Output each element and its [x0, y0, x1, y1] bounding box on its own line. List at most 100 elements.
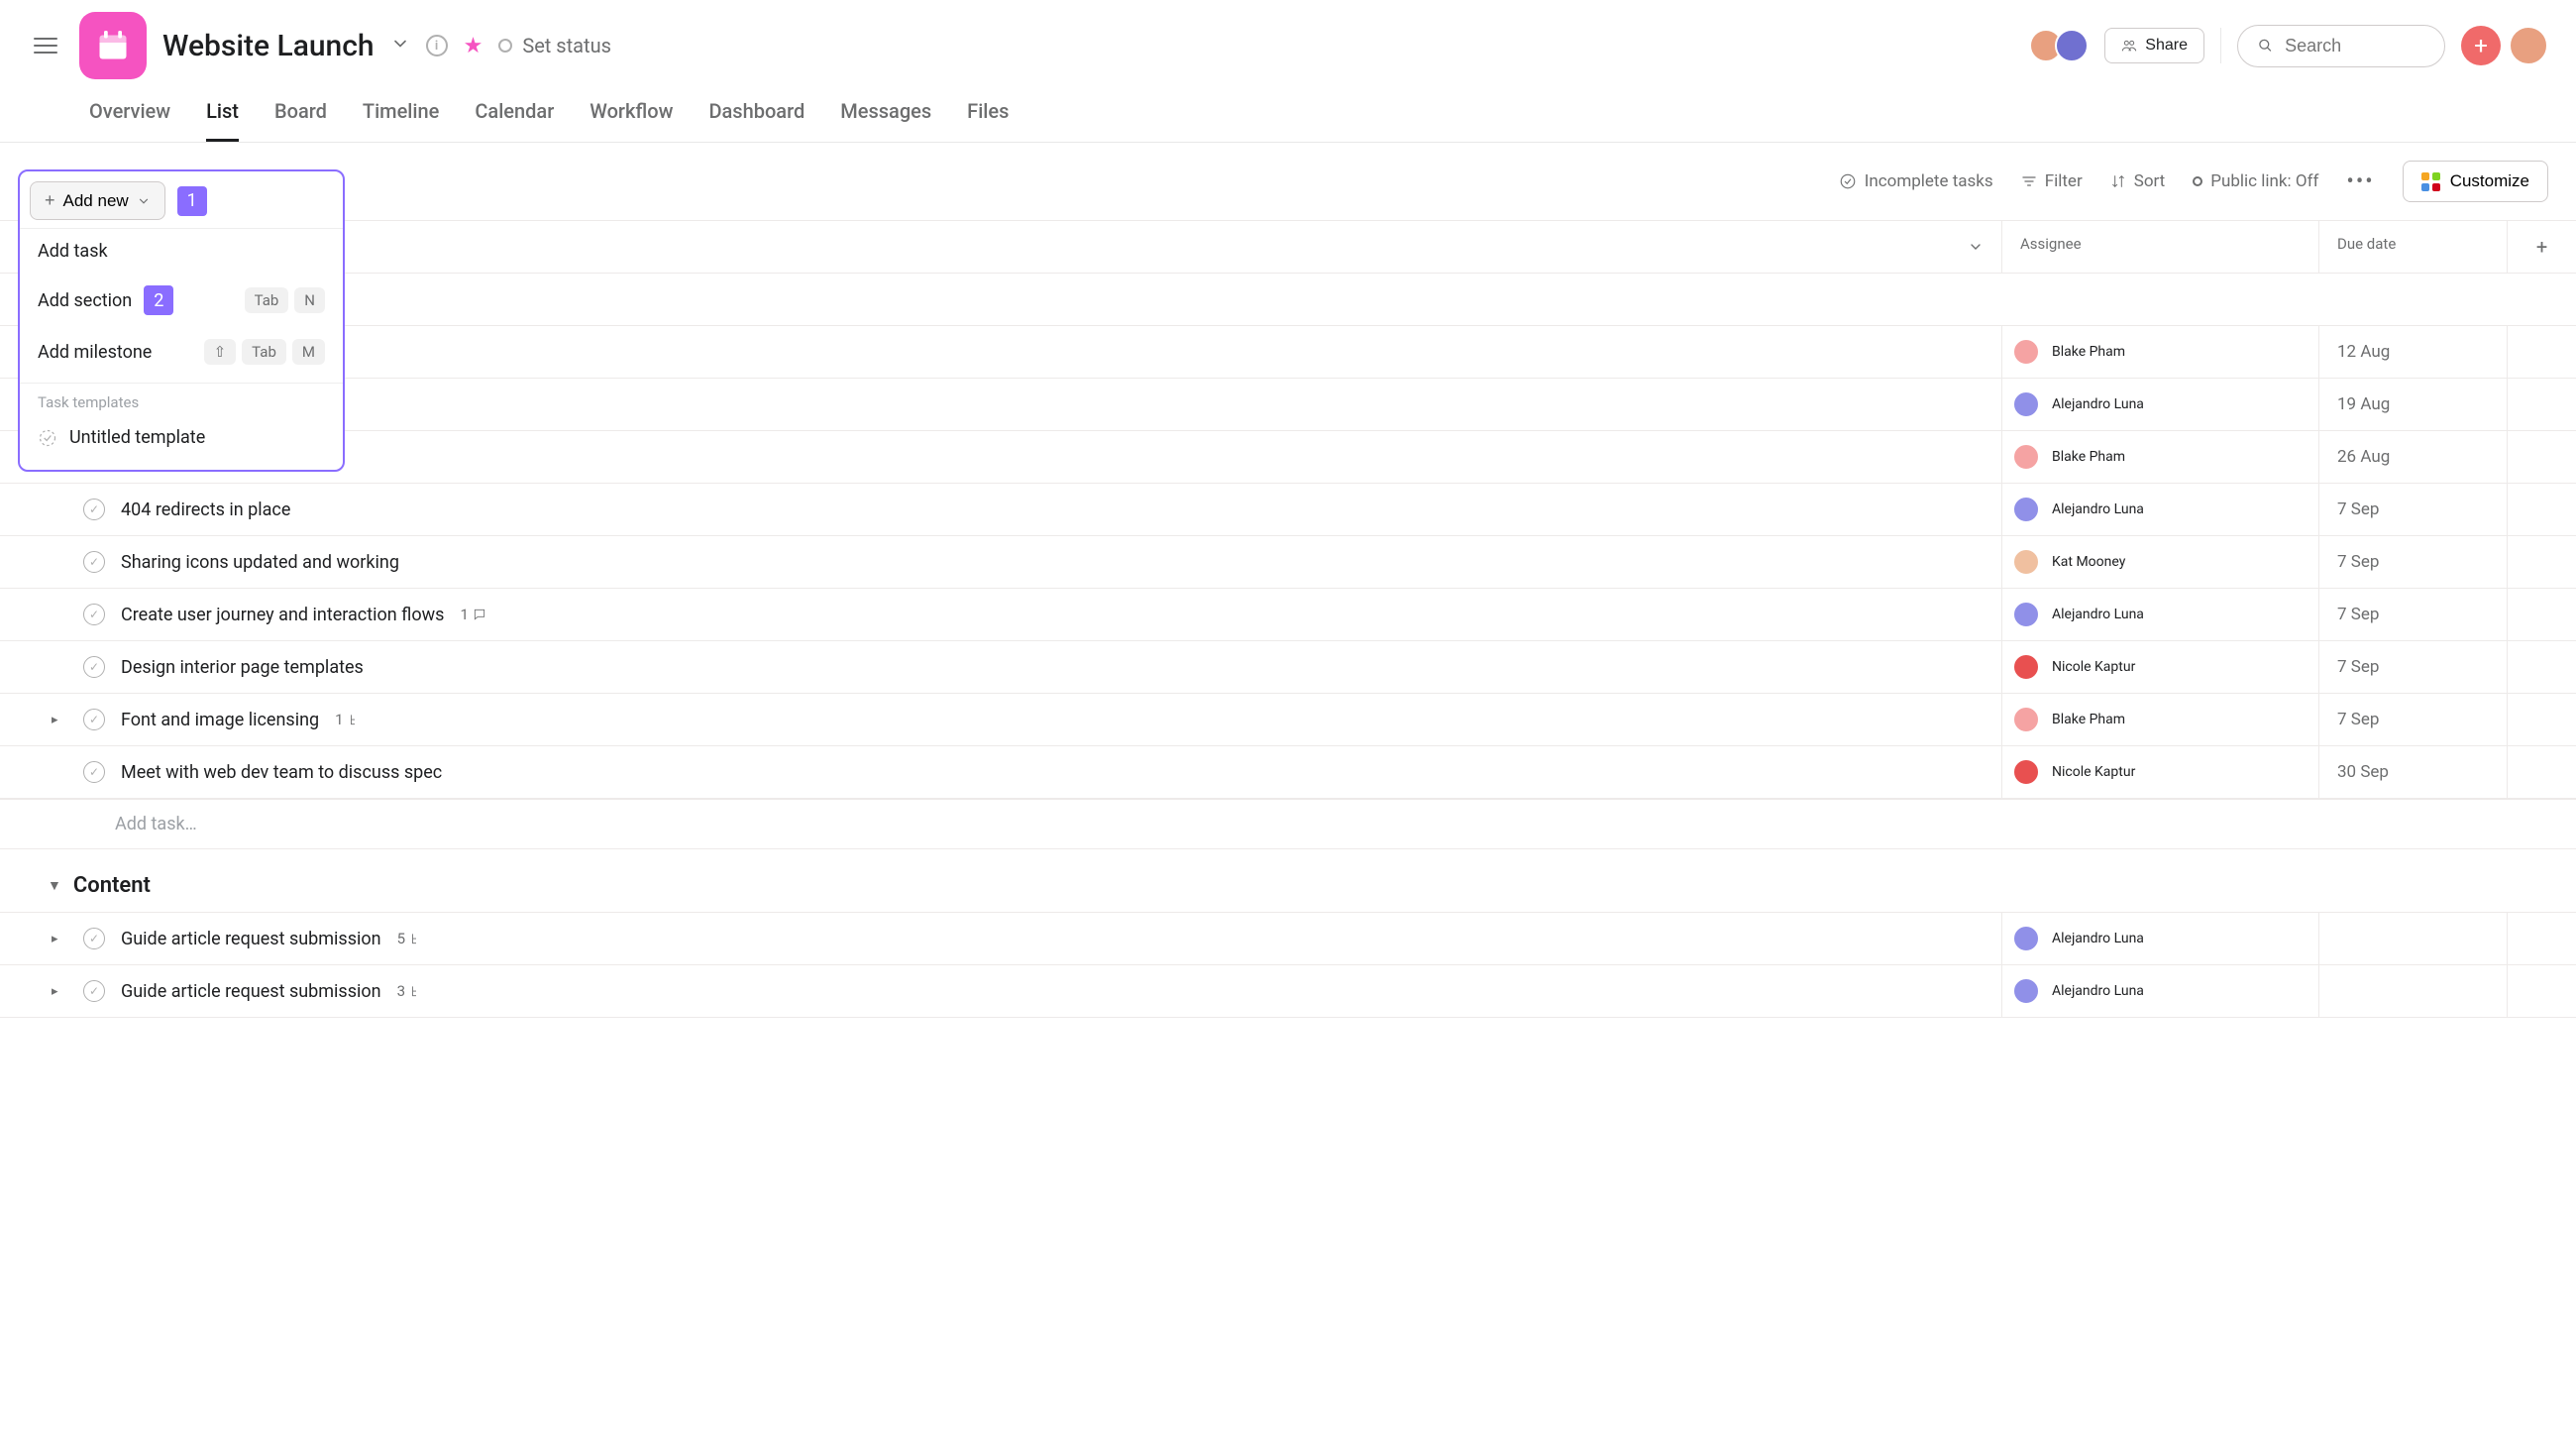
due-date-cell[interactable]: 12 Aug: [2318, 326, 2507, 378]
task-row[interactable]: ✓Meet with web dev team to discuss specN…: [0, 745, 2576, 799]
tab-calendar[interactable]: Calendar: [475, 99, 554, 142]
complete-checkbox[interactable]: ✓: [83, 604, 105, 625]
menu-icon[interactable]: [28, 32, 63, 59]
user-avatar[interactable]: [2509, 26, 2548, 65]
task-name: Guide article request submission: [121, 929, 381, 949]
customize-button[interactable]: Customize: [2403, 161, 2548, 202]
assignee-cell[interactable]: Kat Mooney: [2001, 536, 2318, 588]
due-date-cell[interactable]: 7 Sep: [2318, 589, 2507, 640]
share-button[interactable]: Share: [2104, 28, 2204, 63]
menu-untitled-template[interactable]: Untitled template: [20, 415, 343, 460]
check-circle-icon: [1839, 172, 1857, 190]
sort-button[interactable]: Sort: [2110, 171, 2166, 191]
assignee-column-header[interactable]: Assignee: [2001, 221, 2318, 273]
expand-toggle[interactable]: ▸: [52, 984, 67, 999]
member-avatars[interactable]: [2037, 29, 2089, 62]
assignee-cell[interactable]: Alejandro Luna: [2001, 965, 2318, 1017]
due-date-cell[interactable]: 7 Sep: [2318, 536, 2507, 588]
sort-label: Sort: [2134, 171, 2166, 191]
complete-checkbox[interactable]: ✓: [83, 761, 105, 783]
due-date-cell[interactable]: [2318, 913, 2507, 964]
tab-dashboard[interactable]: Dashboard: [708, 99, 805, 142]
chevron-down-icon: [1968, 239, 1984, 255]
assignee-cell[interactable]: Alejandro Luna: [2001, 913, 2318, 964]
complete-checkbox[interactable]: ✓: [83, 928, 105, 949]
annotation-badge-1: 1: [177, 186, 207, 216]
avatar: [2012, 443, 2040, 471]
expand-toggle[interactable]: ▸: [52, 932, 67, 946]
toggle-off-icon: [2193, 176, 2202, 186]
assignee-cell[interactable]: Alejandro Luna: [2001, 484, 2318, 535]
due-date-cell[interactable]: 7 Sep: [2318, 694, 2507, 745]
star-icon[interactable]: ★: [464, 34, 483, 58]
due-date-column-header[interactable]: Due date: [2318, 221, 2507, 273]
search-input[interactable]: [2285, 36, 2424, 56]
menu-add-section[interactable]: Add section 2 Tab N: [20, 274, 343, 327]
assignee-name: Alejandro Luna: [2052, 396, 2144, 412]
task-row[interactable]: ▸✓Font and image licensing1 Blake Pham7 …: [0, 693, 2576, 745]
complete-checkbox[interactable]: ✓: [83, 551, 105, 573]
menu-add-milestone[interactable]: Add milestone ⇧ Tab M: [20, 327, 343, 377]
task-row[interactable]: ▸✓Guide article request submission3 Alej…: [0, 964, 2576, 1018]
menu-untitled-template-label: Untitled template: [69, 427, 205, 448]
task-name: Create user journey and interaction flow…: [121, 605, 444, 625]
due-date-cell[interactable]: 19 Aug: [2318, 379, 2507, 430]
add-task-row[interactable]: Add task…: [0, 799, 2576, 849]
due-date-cell[interactable]: 7 Sep: [2318, 641, 2507, 693]
task-row[interactable]: ▸✓Guide article request submission5 Alej…: [0, 912, 2576, 964]
task-row[interactable]: ✓Cookies noticeBlake Pham26 Aug: [0, 430, 2576, 483]
due-date-cell[interactable]: 26 Aug: [2318, 431, 2507, 483]
task-row[interactable]: ✓404 redirects in placeAlejandro Luna7 S…: [0, 483, 2576, 535]
global-add-button[interactable]: +: [2461, 26, 2501, 65]
section-heading-content[interactable]: ▼ Content: [0, 849, 2576, 912]
set-status-label: Set status: [522, 34, 611, 57]
task-row[interactable]: ✓nkg teamAlejandro Luna19 Aug: [0, 378, 2576, 430]
menu-add-task-label: Add task: [38, 241, 108, 262]
menu-add-section-label: Add section: [38, 290, 132, 311]
tab-workflow[interactable]: Workflow: [590, 99, 673, 142]
add-new-button[interactable]: + Add new: [30, 181, 165, 220]
tab-overview[interactable]: Overview: [89, 99, 170, 142]
due-date-cell[interactable]: [2318, 965, 2507, 1017]
assignee-cell[interactable]: Alejandro Luna: [2001, 589, 2318, 640]
tab-files[interactable]: Files: [967, 99, 1009, 142]
assignee-name: Alejandro Luna: [2052, 501, 2144, 517]
public-link-toggle[interactable]: Public link: Off: [2193, 171, 2318, 191]
complete-checkbox[interactable]: ✓: [83, 656, 105, 678]
project-dropdown-caret[interactable]: [390, 34, 410, 57]
due-date-cell[interactable]: 7 Sep: [2318, 484, 2507, 535]
assignee-cell[interactable]: Blake Pham: [2001, 431, 2318, 483]
task-row[interactable]: ✓Sharing icons updated and workingKat Mo…: [0, 535, 2576, 588]
assignee-cell[interactable]: Nicole Kaptur: [2001, 641, 2318, 693]
tab-list[interactable]: List: [206, 99, 239, 142]
complete-checkbox[interactable]: ✓: [83, 499, 105, 520]
annotation-badge-2: 2: [144, 285, 173, 315]
complete-checkbox[interactable]: ✓: [83, 709, 105, 730]
assignee-cell[interactable]: Blake Pham: [2001, 694, 2318, 745]
assignee-cell[interactable]: Alejandro Luna: [2001, 379, 2318, 430]
add-column-button[interactable]: +: [2507, 221, 2576, 273]
avatar: [2012, 548, 2040, 576]
task-row[interactable]: ✓ hidden Blake Pham 12 Aug: [0, 325, 2576, 378]
filter-icon: [2021, 173, 2037, 189]
due-date-cell[interactable]: 30 Sep: [2318, 746, 2507, 798]
complete-checkbox[interactable]: ✓: [83, 980, 105, 1002]
info-icon[interactable]: i: [426, 35, 448, 56]
collapse-icon[interactable]: ▼: [48, 877, 61, 894]
tab-messages[interactable]: Messages: [840, 99, 931, 142]
filter-button[interactable]: Filter: [2021, 171, 2083, 191]
task-row[interactable]: ✓ Create user journey and interaction flo…: [0, 588, 2576, 640]
incomplete-tasks-filter[interactable]: Incomplete tasks: [1839, 171, 1993, 191]
task-row[interactable]: ✓Design interior page templatesNicole Ka…: [0, 640, 2576, 693]
tab-board[interactable]: Board: [274, 99, 327, 142]
search-box[interactable]: [2237, 25, 2445, 67]
set-status-button[interactable]: Set status: [498, 34, 611, 57]
template-icon: [38, 428, 57, 448]
assignee-cell[interactable]: Nicole Kaptur: [2001, 746, 2318, 798]
more-options-button[interactable]: •••: [2346, 169, 2374, 194]
tab-timeline[interactable]: Timeline: [363, 99, 439, 142]
menu-add-task[interactable]: Add task: [20, 229, 343, 274]
assignee-cell[interactable]: Blake Pham: [2001, 326, 2318, 378]
expand-toggle[interactable]: ▸: [52, 713, 67, 727]
assignee-name: Alejandro Luna: [2052, 983, 2144, 999]
